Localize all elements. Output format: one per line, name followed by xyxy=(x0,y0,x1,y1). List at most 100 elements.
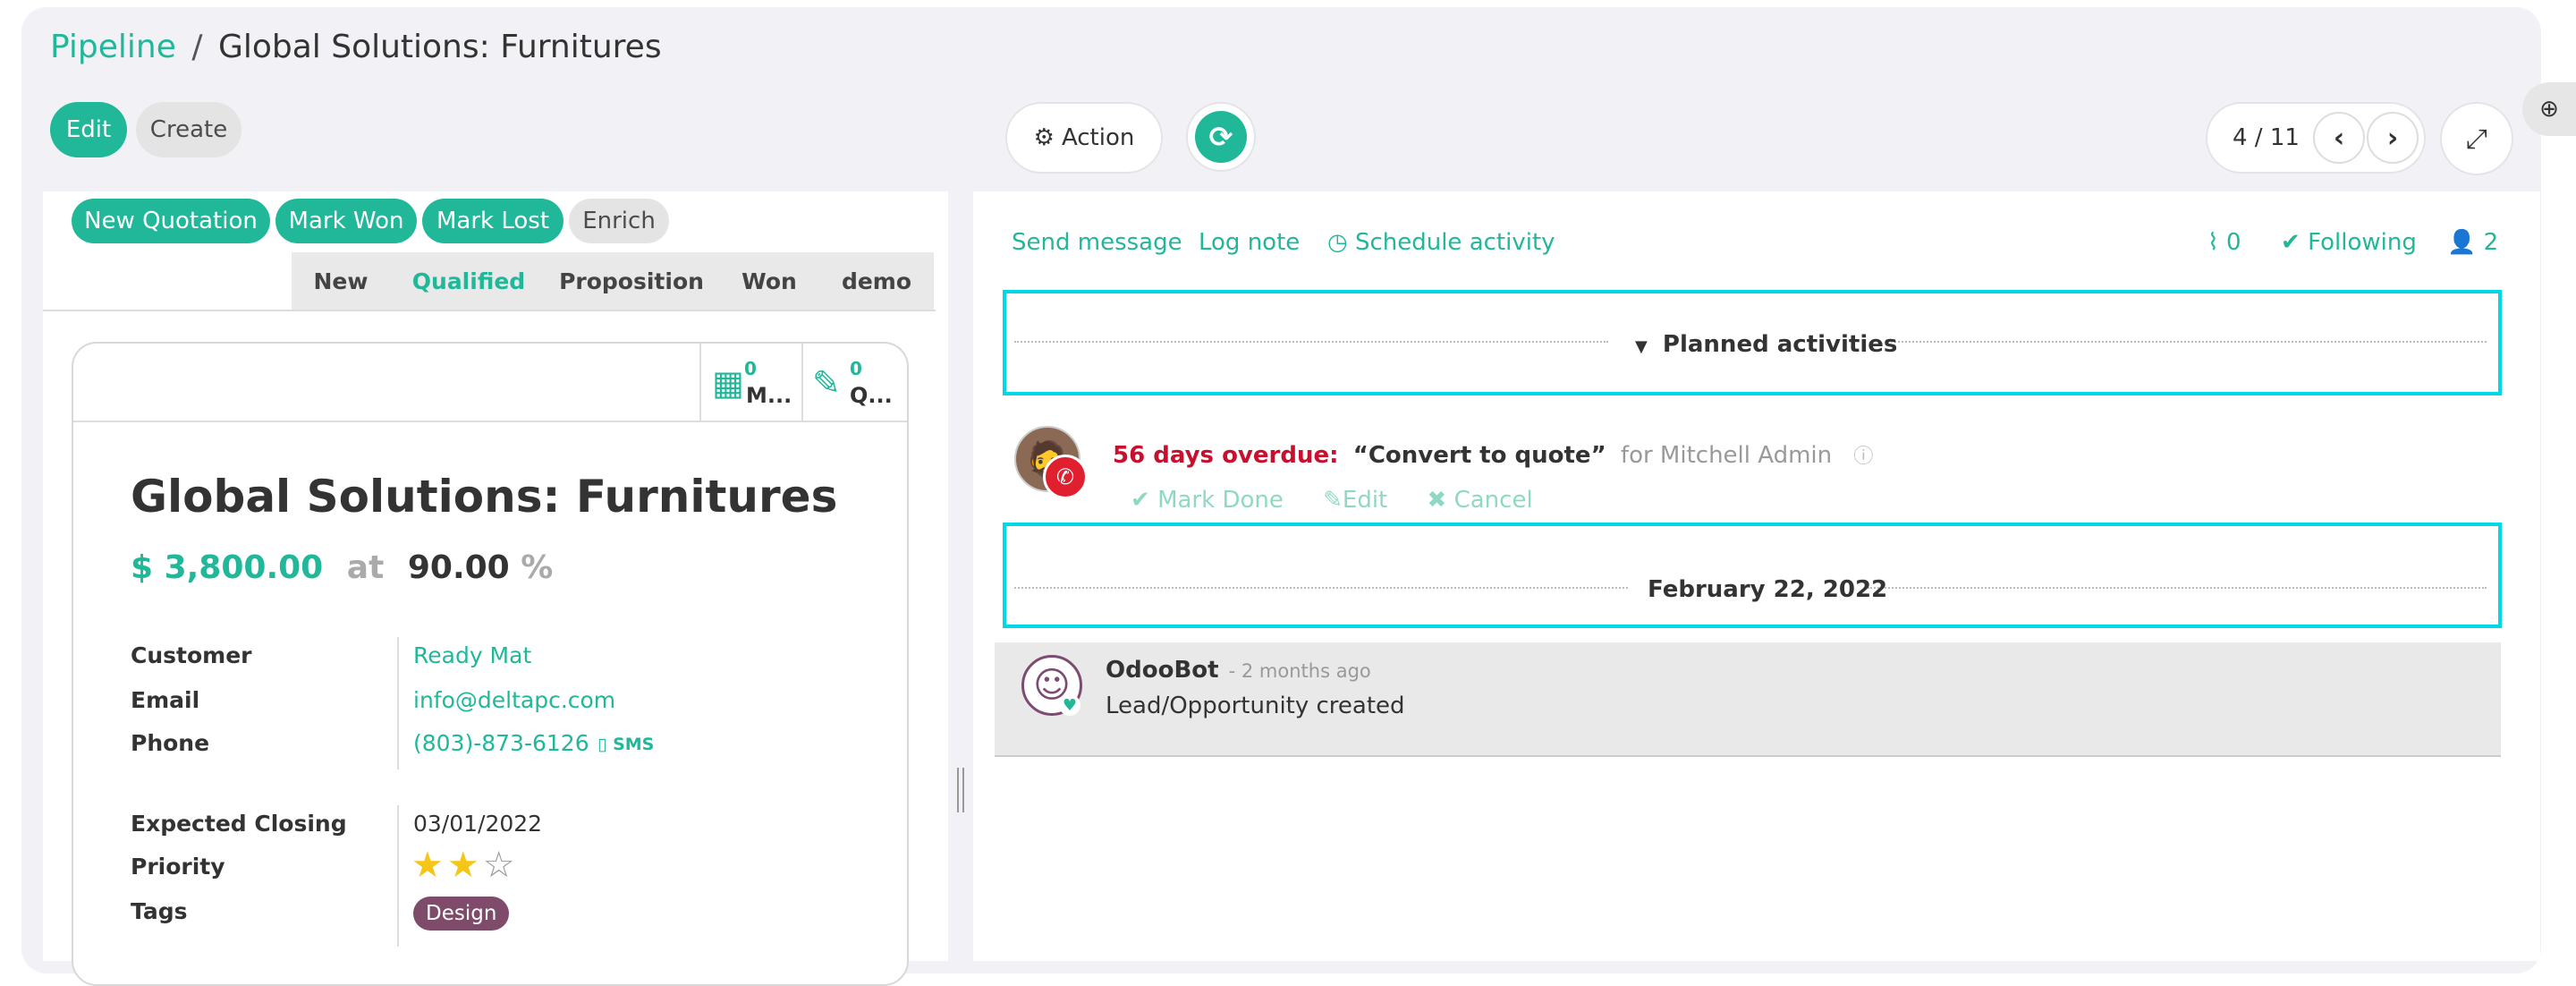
breadcrumb-current: Global Solutions: Furnitures xyxy=(217,29,662,65)
action-button[interactable]: ⚙ Action xyxy=(1005,102,1163,174)
mark-lost-button[interactable]: Mark Lost xyxy=(422,199,564,243)
quotations-count: 0 xyxy=(850,358,862,379)
online-heart-icon: ♥ xyxy=(1059,694,1080,716)
breadcrumb: Pipeline / Global Solutions: Furnitures xyxy=(50,29,662,65)
stage-bar-divider xyxy=(43,310,936,311)
priority-stars[interactable]: ★★☆ xyxy=(411,845,519,886)
new-quotation-button[interactable]: New Quotation xyxy=(72,199,270,243)
expand-button[interactable]: ⤢ xyxy=(2440,102,2513,175)
activity-summary: “Convert to quote” xyxy=(1352,442,1606,469)
smart-button-quotations[interactable]: ✎ 0 Q... xyxy=(805,344,903,421)
button-box-divider xyxy=(73,421,907,422)
tag-badge[interactable]: Design xyxy=(413,897,510,931)
mark-done-button[interactable]: ✔ Mark Done xyxy=(1131,487,1284,514)
create-button[interactable]: Create xyxy=(136,102,242,157)
date-line-left xyxy=(1014,587,1628,594)
meetings-label: M... xyxy=(746,383,792,408)
grip-icon xyxy=(957,768,964,812)
pencil-square-icon: ✎ xyxy=(812,363,841,403)
activity-actions: ✔ Mark Done ✎Edit ✖ Cancel xyxy=(1131,487,1533,514)
activity-line: 56 days overdue: “Convert to quote” for … xyxy=(1113,440,1873,469)
close-icon: ✖ xyxy=(1427,487,1447,514)
enrich-button[interactable]: Enrich xyxy=(569,199,669,243)
date-separator: February 22, 2022 xyxy=(1648,576,1888,603)
star-filled-icon[interactable]: ★ xyxy=(411,845,447,886)
pager-value[interactable]: 4 / 11 xyxy=(2233,124,2300,151)
quotations-label: Q... xyxy=(850,383,893,408)
probability[interactable]: 90.00 xyxy=(408,549,510,586)
info-icon[interactable]: ⓘ xyxy=(1853,446,1873,468)
expected-closing-field[interactable]: 03/01/2022 xyxy=(413,811,542,837)
email-label: Email xyxy=(131,687,200,713)
chevron-left-icon: ‹ xyxy=(2333,122,2345,154)
edit-activity-button[interactable]: ✎Edit xyxy=(1323,487,1387,514)
expected-revenue[interactable]: $ 3,800.00 xyxy=(131,549,323,586)
mark-done-label: Mark Done xyxy=(1157,487,1284,514)
user-icon: 👤 xyxy=(2447,229,2477,256)
star-empty-icon[interactable]: ☆ xyxy=(483,845,519,886)
stage-proposition[interactable]: Proposition xyxy=(547,252,716,310)
check-icon: ✔ xyxy=(2281,229,2301,256)
breadcrumb-separator: / xyxy=(191,29,203,65)
attachments-button[interactable]: ⌇ 0 xyxy=(2207,229,2241,256)
cancel-activity-button[interactable]: ✖ Cancel xyxy=(1428,487,1533,514)
following-button[interactable]: ✔ Following xyxy=(2281,229,2417,256)
message-body: Lead/Opportunity created xyxy=(1106,693,1405,719)
tags-label: Tags xyxy=(131,898,188,924)
star-filled-icon[interactable]: ★ xyxy=(447,845,483,886)
panel-resize-handle[interactable] xyxy=(948,191,973,961)
stage-qualified[interactable]: Qualified xyxy=(394,252,544,310)
calendar-icon: ▦ xyxy=(712,363,744,403)
customer-field[interactable]: Ready Mat xyxy=(413,642,531,668)
email-field[interactable]: info@deltapc.com xyxy=(413,687,615,713)
followers-count: 2 xyxy=(2483,229,2499,256)
schedule-activity-label: Schedule activity xyxy=(1354,229,1555,256)
priority-label: Priority xyxy=(131,854,225,880)
zoom-tab[interactable]: ⊕ xyxy=(2522,82,2576,136)
action-label: Action xyxy=(1061,124,1135,151)
stage-won[interactable]: Won xyxy=(721,252,818,310)
following-label: Following xyxy=(2308,229,2417,256)
followers-button[interactable]: 👤 2 xyxy=(2447,229,2498,256)
phone-label: Phone xyxy=(131,730,210,756)
sms-label: SMS xyxy=(613,735,655,754)
separator-line-right xyxy=(1887,341,2487,348)
phone-activity-icon: ✆ xyxy=(1043,455,1088,499)
stage-new[interactable]: New xyxy=(295,252,386,310)
mark-won-button[interactable]: Mark Won xyxy=(275,199,417,243)
message-author[interactable]: OdooBot xyxy=(1106,657,1219,684)
planned-activities-title: ▼ Planned activities xyxy=(1635,331,1897,358)
paperclip-icon: ⌇ xyxy=(2207,229,2219,256)
zoom-in-icon: ⊕ xyxy=(2539,96,2559,123)
pager-prev-button[interactable]: ‹ xyxy=(2313,112,2365,164)
date-separator-box xyxy=(1003,523,2502,628)
at-label: at xyxy=(346,549,385,586)
date-line-right xyxy=(1868,587,2487,594)
expand-icon: ⤢ xyxy=(2466,123,2487,155)
send-message-button[interactable]: Send message xyxy=(1012,229,1182,256)
customer-label: Customer xyxy=(131,642,252,668)
refresh-button[interactable]: ⟳ xyxy=(1186,102,1256,172)
schedule-activity-button[interactable]: ◷ Schedule activity xyxy=(1327,229,1555,256)
field-separator-1 xyxy=(397,637,399,769)
edit-button[interactable]: Edit xyxy=(50,102,127,157)
sms-button[interactable]: ▯ SMS xyxy=(597,735,654,754)
meetings-count: 0 xyxy=(744,358,757,379)
caret-down-icon: ▼ xyxy=(1635,337,1648,356)
pencil-icon: ✎ xyxy=(1323,487,1343,514)
pager-next-button[interactable]: › xyxy=(2367,112,2419,164)
stage-demo[interactable]: demo xyxy=(825,252,928,310)
revenue-row: $ 3,800.00 at 90.00 % xyxy=(131,549,553,586)
overdue-label: 56 days overdue: xyxy=(1113,442,1339,469)
phone-field[interactable]: (803)-873-6126 xyxy=(413,730,589,756)
planned-activities-label: Planned activities xyxy=(1662,331,1898,358)
message-time: - 2 months ago xyxy=(1228,660,1371,682)
breadcrumb-pipeline-link[interactable]: Pipeline xyxy=(50,29,176,65)
smart-button-meetings[interactable]: ▦ 0 M... xyxy=(699,344,803,421)
mobile-icon: ▯ xyxy=(597,735,607,754)
chevron-right-icon: › xyxy=(2386,122,2399,154)
check-icon: ✔ xyxy=(1131,487,1150,514)
record-title[interactable]: Global Solutions: Furnitures xyxy=(131,471,837,523)
log-note-button[interactable]: Log note xyxy=(1199,229,1300,256)
activity-assignee: for Mitchell Admin xyxy=(1620,442,1833,469)
